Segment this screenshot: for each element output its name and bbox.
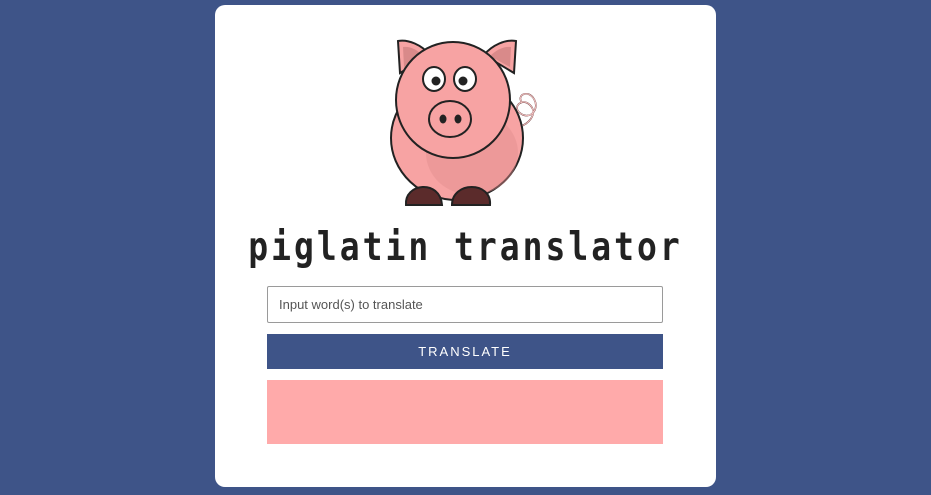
app-title: piglatin translator [248,223,683,270]
translate-button[interactable]: TRANSLATE [267,334,663,369]
translation-output [267,380,663,444]
pig-mascot-icon [390,39,537,206]
word-input[interactable] [267,286,663,323]
translator-card: piglatin translator TRANSLATE [215,5,716,487]
